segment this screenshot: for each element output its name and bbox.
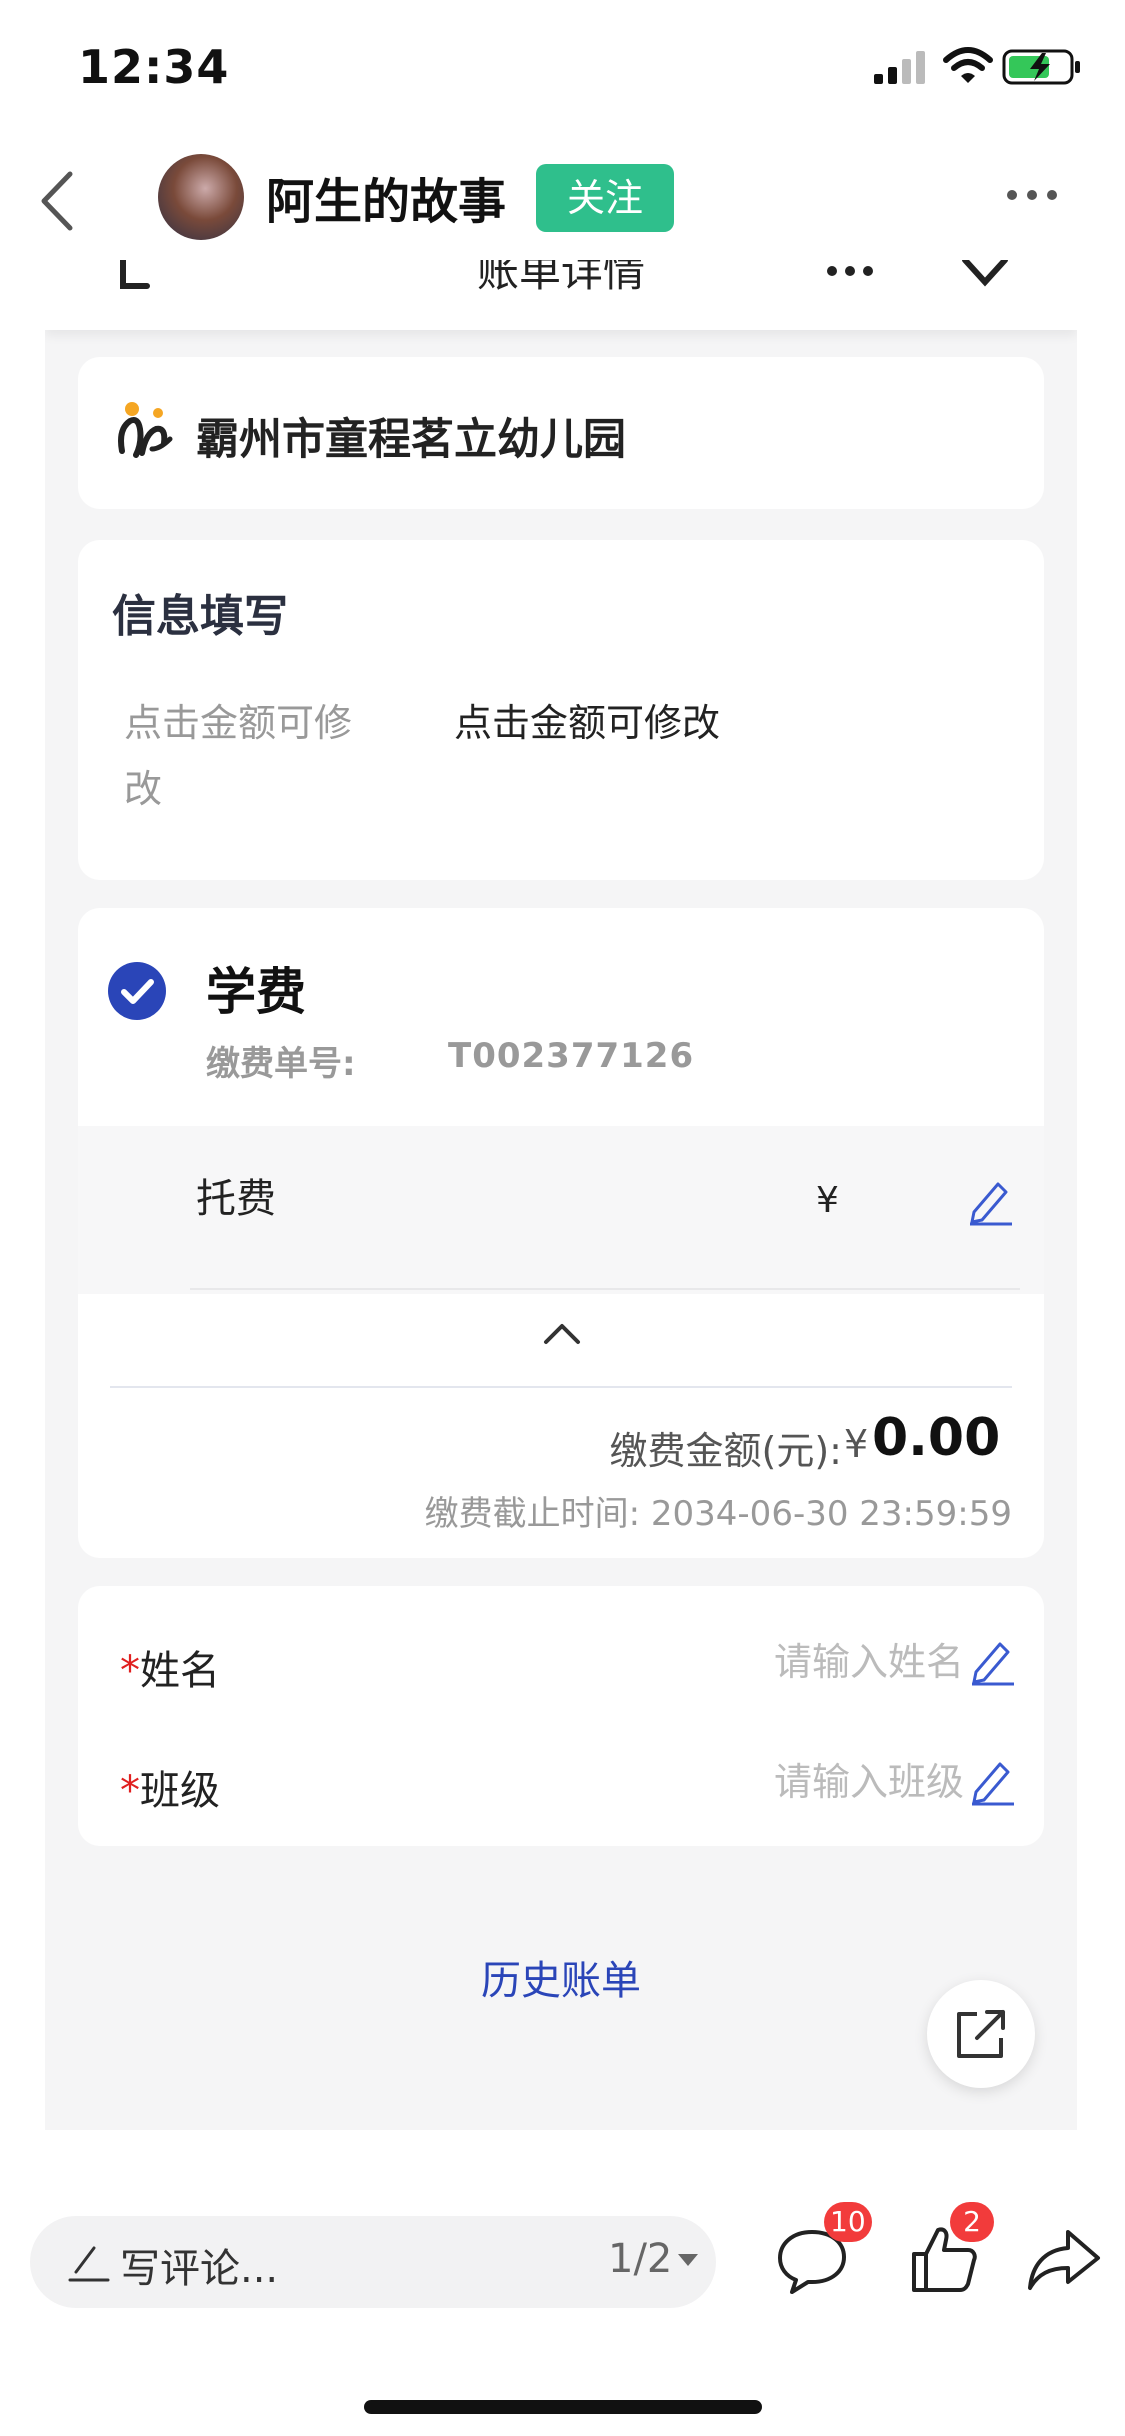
embed-close-icon[interactable] — [961, 260, 1009, 292]
name-field-label: *姓名 — [120, 1638, 220, 1696]
status-time: 12:34 — [78, 40, 230, 94]
external-share-icon — [957, 2010, 1005, 2058]
required-asterisk: * — [120, 1768, 140, 1814]
follow-button[interactable]: 关注 — [536, 164, 674, 232]
cellular-signal-icon — [874, 51, 925, 84]
class-input[interactable] — [664, 1760, 964, 1804]
embed-header: 账单详情 — [45, 260, 1077, 330]
amount-currency: ¥ — [844, 1422, 869, 1466]
page-indicator[interactable]: 1/2 — [608, 2236, 672, 2282]
status-bar: 12:34 — [0, 0, 1125, 140]
back-chevron-icon[interactable] — [28, 166, 88, 236]
more-options-icon[interactable] — [1004, 180, 1060, 210]
selected-check-icon[interactable] — [108, 962, 166, 1020]
comment-placeholder: 写评论... — [120, 2246, 279, 2292]
info-field-value[interactable]: 点击金额可修改 — [454, 690, 720, 756]
fee-number-label: 缴费单号: — [206, 1044, 356, 1084]
school-logo-icon — [118, 402, 173, 458]
school-name: 霸州市童程茗立幼儿园 — [196, 415, 626, 465]
edit-pencil-icon[interactable] — [968, 1636, 1018, 1686]
fee-item-amount[interactable]: ¥ — [816, 1180, 839, 1221]
forward-share-icon[interactable] — [1024, 2218, 1104, 2298]
like-count-badge: 2 — [950, 2202, 994, 2242]
name-label-text: 姓名 — [140, 1648, 220, 1694]
history-bills-link[interactable]: 历史账单 — [45, 1948, 1077, 2006]
comment-input-box[interactable]: 写评论... 1/2 — [30, 2216, 716, 2308]
fee-item-name: 托费 — [196, 1176, 276, 1222]
battery-charging-icon — [1002, 49, 1080, 85]
info-section-title: 信息填写 — [112, 591, 288, 642]
bill-detail-embed: 账单详情 霸州市童程茗立幼儿园 信息填写 点击金额可修改 点击金额可修改 学费 … — [45, 260, 1077, 2130]
amount-label: 缴费金额(元): — [609, 1429, 842, 1473]
info-card: 信息填写 点击金额可修改 点击金额可修改 — [78, 540, 1044, 880]
home-indicator[interactable] — [364, 2400, 762, 2414]
name-input[interactable] — [664, 1640, 964, 1684]
divider — [110, 1386, 1012, 1388]
share-float-button[interactable] — [927, 1980, 1035, 2088]
required-asterisk: * — [120, 1648, 140, 1694]
write-pen-icon — [68, 2246, 110, 2282]
fee-card: 学费 缴费单号: T002377126 托费 ¥ 缴费金额(元): ¥ 0.00… — [78, 908, 1044, 1558]
collapse-chevron-icon[interactable] — [510, 1310, 614, 1360]
school-card: 霸州市童程茗立幼儿园 — [78, 357, 1044, 509]
info-field-label: 点击金额可修改 — [124, 701, 353, 811]
edit-pencil-icon[interactable] — [968, 1756, 1018, 1806]
class-field-label: *班级 — [120, 1758, 220, 1816]
author-avatar[interactable] — [158, 154, 244, 240]
fee-title: 学费 — [206, 963, 306, 1021]
student-form-card: *姓名 *班级 — [78, 1586, 1044, 1846]
edit-pencil-icon[interactable] — [966, 1176, 1016, 1226]
payment-deadline: 缴费截止时间: 2034-06-30 23:59:59 — [424, 1494, 1012, 1534]
embed-more-icon[interactable] — [825, 260, 875, 282]
comment-count-badge: 10 — [824, 2202, 872, 2242]
divider — [190, 1288, 1020, 1290]
amount-value: 0.00 — [872, 1408, 1001, 1468]
page-dropdown-icon[interactable] — [678, 2254, 698, 2266]
wifi-icon — [943, 47, 993, 83]
fee-item-row: 托费 ¥ — [78, 1126, 1044, 1294]
fee-number: T002377126 — [448, 1036, 695, 1076]
class-label-text: 班级 — [140, 1768, 220, 1814]
embed-page-title: 账单详情 — [476, 260, 645, 296]
author-name[interactable]: 阿生的故事 — [266, 162, 506, 232]
